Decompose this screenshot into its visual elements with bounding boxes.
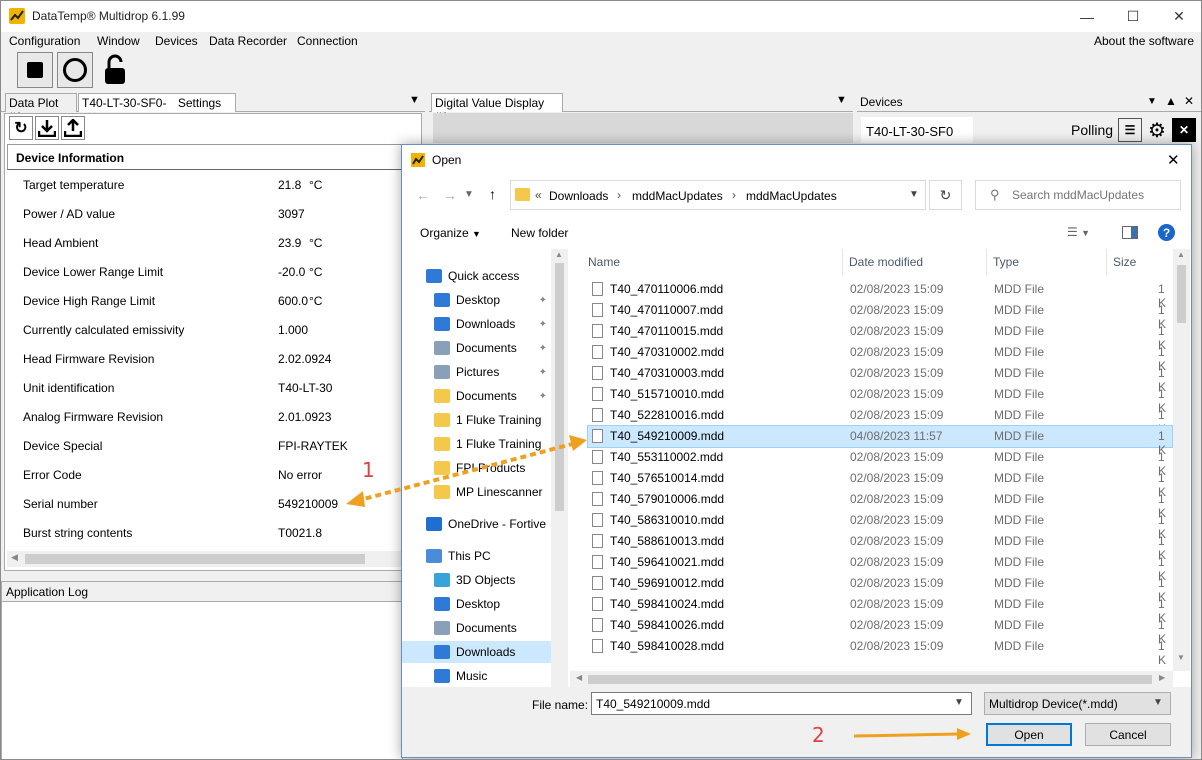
annotation-overlay	[346, 435, 971, 740]
annotation-arrow-1	[355, 441, 577, 503]
annotation-arrowhead	[346, 491, 365, 507]
annotation-step-1: 1	[362, 458, 375, 482]
annotation-step-2: 2	[812, 723, 825, 747]
annotation-arrowhead	[569, 435, 587, 451]
app-window: DataTemp® Multidrop 6.1.99 — ☐ ✕ Configu…	[0, 0, 1202, 760]
annotation-arrow-2	[853, 732, 960, 738]
annotation-arrowhead	[957, 728, 971, 740]
